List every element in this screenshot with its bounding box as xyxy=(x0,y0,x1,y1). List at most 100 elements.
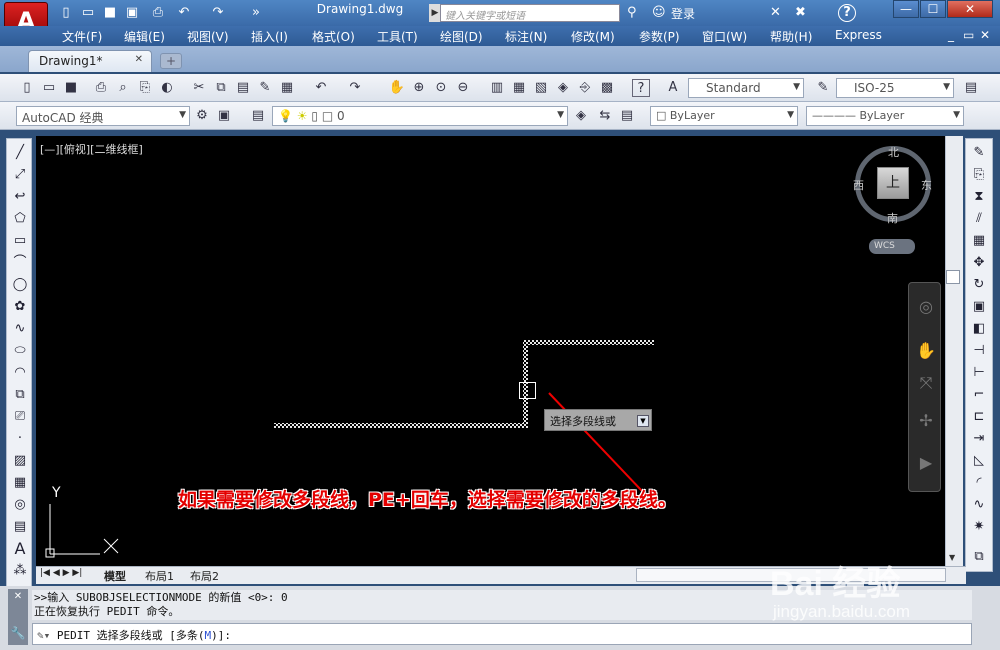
fillet-icon[interactable]: ◜ xyxy=(969,473,989,493)
table-style-icon[interactable]: ▤ xyxy=(962,79,980,97)
color-select[interactable]: □ ByLayer ▼ xyxy=(650,106,798,126)
linetype-select[interactable]: ———— ByLayer ▼ xyxy=(806,106,964,126)
3d-print-icon[interactable]: ◐ xyxy=(158,79,176,97)
customize-icon[interactable]: ▣ xyxy=(215,107,233,125)
menu-edit[interactable]: 编辑(E) xyxy=(124,28,165,45)
move-icon[interactable]: ✥ xyxy=(969,253,989,273)
menu-view[interactable]: 视图(V) xyxy=(187,28,229,45)
close-tab-icon[interactable]: ✕ xyxy=(135,54,143,65)
line-icon[interactable]: ╱ xyxy=(10,143,30,163)
scrollbar-thumb[interactable] xyxy=(946,270,960,284)
break-icon[interactable]: ⊏ xyxy=(969,407,989,427)
paste-icon[interactable]: ▤ xyxy=(234,79,252,97)
circle-icon[interactable]: ◯ xyxy=(10,275,30,295)
menu-format[interactable]: 格式(O) xyxy=(312,28,355,45)
make-current-layer-icon[interactable]: ◈ xyxy=(572,107,590,125)
sheet-set-icon[interactable]: ◈ xyxy=(554,79,572,97)
menu-parametric[interactable]: 参数(P) xyxy=(639,28,680,45)
wcs-menu[interactable]: WCS xyxy=(869,239,915,254)
multiline-text-icon[interactable]: A xyxy=(10,539,30,559)
menu-express[interactable]: Express xyxy=(835,28,882,42)
menu-insert[interactable]: 插入(I) xyxy=(251,28,288,45)
help-button[interactable]: ? xyxy=(838,4,856,22)
explode-icon[interactable]: ✷ xyxy=(969,517,989,537)
binoculars-icon[interactable]: ⚲ xyxy=(627,5,637,20)
stretch-icon[interactable]: ◧ xyxy=(969,319,989,339)
tab-nav-first-icon[interactable]: |◀ ◀ ▶ ▶| xyxy=(40,568,82,578)
autodesk-360-icon[interactable]: ✖ xyxy=(795,5,806,20)
menu-draw[interactable]: 绘图(D) xyxy=(440,28,483,45)
plot-preview-icon[interactable]: ⌕ xyxy=(114,79,132,97)
help-icon[interactable]: ? xyxy=(632,79,650,97)
maximize-button[interactable]: ☐ xyxy=(920,0,946,18)
wrench-icon[interactable]: 🔧 xyxy=(8,626,28,640)
insert-block-icon[interactable]: ⧉ xyxy=(10,385,30,405)
block-editor-icon[interactable]: ▦ xyxy=(278,79,296,97)
rectangle-icon[interactable]: ▭ xyxy=(10,231,30,251)
menu-window[interactable]: 窗口(W) xyxy=(702,28,747,45)
dim-style-select[interactable]: ISO-25 ▼ xyxy=(836,78,954,98)
open-icon[interactable]: ▭ xyxy=(40,79,58,97)
vertical-scrollbar[interactable] xyxy=(945,136,963,566)
tooltip-dropdown-icon[interactable]: ▼ xyxy=(637,415,649,427)
arc-icon[interactable]: ⌒ xyxy=(10,253,30,273)
login-link[interactable]: 登录 xyxy=(671,5,695,22)
minimize-button[interactable]: — xyxy=(893,0,919,18)
search-input[interactable]: 键入关键字或短语 xyxy=(440,4,620,22)
showmotion-icon[interactable]: ▶ xyxy=(916,453,936,473)
open-file-icon[interactable]: ▭ xyxy=(80,5,96,21)
redo-icon[interactable]: ↷ xyxy=(210,5,226,21)
mirror-icon[interactable]: ⧗ xyxy=(969,187,989,207)
layer-states-icon[interactable]: ▤ xyxy=(618,107,636,125)
tab-drawing1[interactable]: Drawing1* ✕ xyxy=(28,50,152,72)
region-icon[interactable]: ◎ xyxy=(10,495,30,515)
command-window-grip[interactable]: ✕ 🔧 xyxy=(8,589,28,645)
new-tab-button[interactable]: + xyxy=(160,53,182,69)
new-icon[interactable]: ▯ xyxy=(18,79,36,97)
print-icon[interactable]: ⎙ xyxy=(150,5,166,21)
command-input[interactable]: ✎▾ PEDIT 选择多段线或 [多条(M)]: xyxy=(32,623,972,645)
doc-close-button[interactable]: ✕ xyxy=(980,28,990,42)
tool-palettes-icon[interactable]: ▧ xyxy=(532,79,550,97)
save-as-icon[interactable]: ▣ xyxy=(124,5,140,21)
zoom-previous-icon[interactable]: ⊖ xyxy=(454,79,472,97)
pan-icon[interactable]: ✋ xyxy=(916,341,936,361)
array-icon[interactable]: ▦ xyxy=(969,231,989,251)
compass-north[interactable]: 北 xyxy=(888,144,899,160)
offset-icon[interactable]: ⫽ xyxy=(969,209,989,229)
tab-layout1[interactable]: 布局1 xyxy=(145,568,174,584)
close-icon[interactable]: ✕ xyxy=(8,591,28,602)
plot-icon[interactable]: ⎙ xyxy=(92,79,110,97)
publish-icon[interactable]: ⎘ xyxy=(136,79,154,97)
layer-properties-icon[interactable]: ▤ xyxy=(249,107,267,125)
compass-east[interactable]: 东 xyxy=(921,177,932,193)
close-button[interactable]: ✕ xyxy=(947,0,993,18)
draw-order-icon[interactable]: ⧉ xyxy=(969,547,989,567)
compass-south[interactable]: 南 xyxy=(887,210,898,226)
polyline-icon[interactable]: ↩ xyxy=(10,187,30,207)
blend-curves-icon[interactable]: ∿ xyxy=(969,495,989,515)
join-icon[interactable]: ⇥ xyxy=(969,429,989,449)
viewcube-top-face[interactable]: 上 xyxy=(877,167,909,199)
copy-object-icon[interactable]: ⎘ xyxy=(969,165,989,185)
command-recent-icon[interactable]: ✎▾ xyxy=(37,629,57,642)
zoom-window-icon[interactable]: ⊙ xyxy=(432,79,450,97)
design-center-icon[interactable]: ▦ xyxy=(510,79,528,97)
quick-access-more-icon[interactable]: » xyxy=(248,5,264,21)
text-style-select[interactable]: Standard ▼ xyxy=(688,78,804,98)
markup-icon[interactable]: ⎆ xyxy=(576,79,594,97)
match-properties-icon[interactable]: ✎ xyxy=(256,79,274,97)
doc-restore-button[interactable]: ▭ xyxy=(963,28,974,42)
revision-cloud-icon[interactable]: ✿ xyxy=(10,297,30,317)
redo-icon[interactable]: ↷ xyxy=(346,79,364,97)
zoom-realtime-icon[interactable]: ⊕ xyxy=(410,79,428,97)
scale-icon[interactable]: ▣ xyxy=(969,297,989,317)
tab-layout2[interactable]: 布局2 xyxy=(190,568,219,584)
undo-icon[interactable]: ↶ xyxy=(312,79,330,97)
construction-line-icon[interactable]: ⤢ xyxy=(10,165,30,185)
pan-icon[interactable]: ✋ xyxy=(388,79,406,97)
new-file-icon[interactable]: ▯ xyxy=(58,5,74,21)
chamfer-icon[interactable]: ◺ xyxy=(969,451,989,471)
erase-icon[interactable]: ✎ xyxy=(969,143,989,163)
copy-icon[interactable]: ⧉ xyxy=(212,79,230,97)
